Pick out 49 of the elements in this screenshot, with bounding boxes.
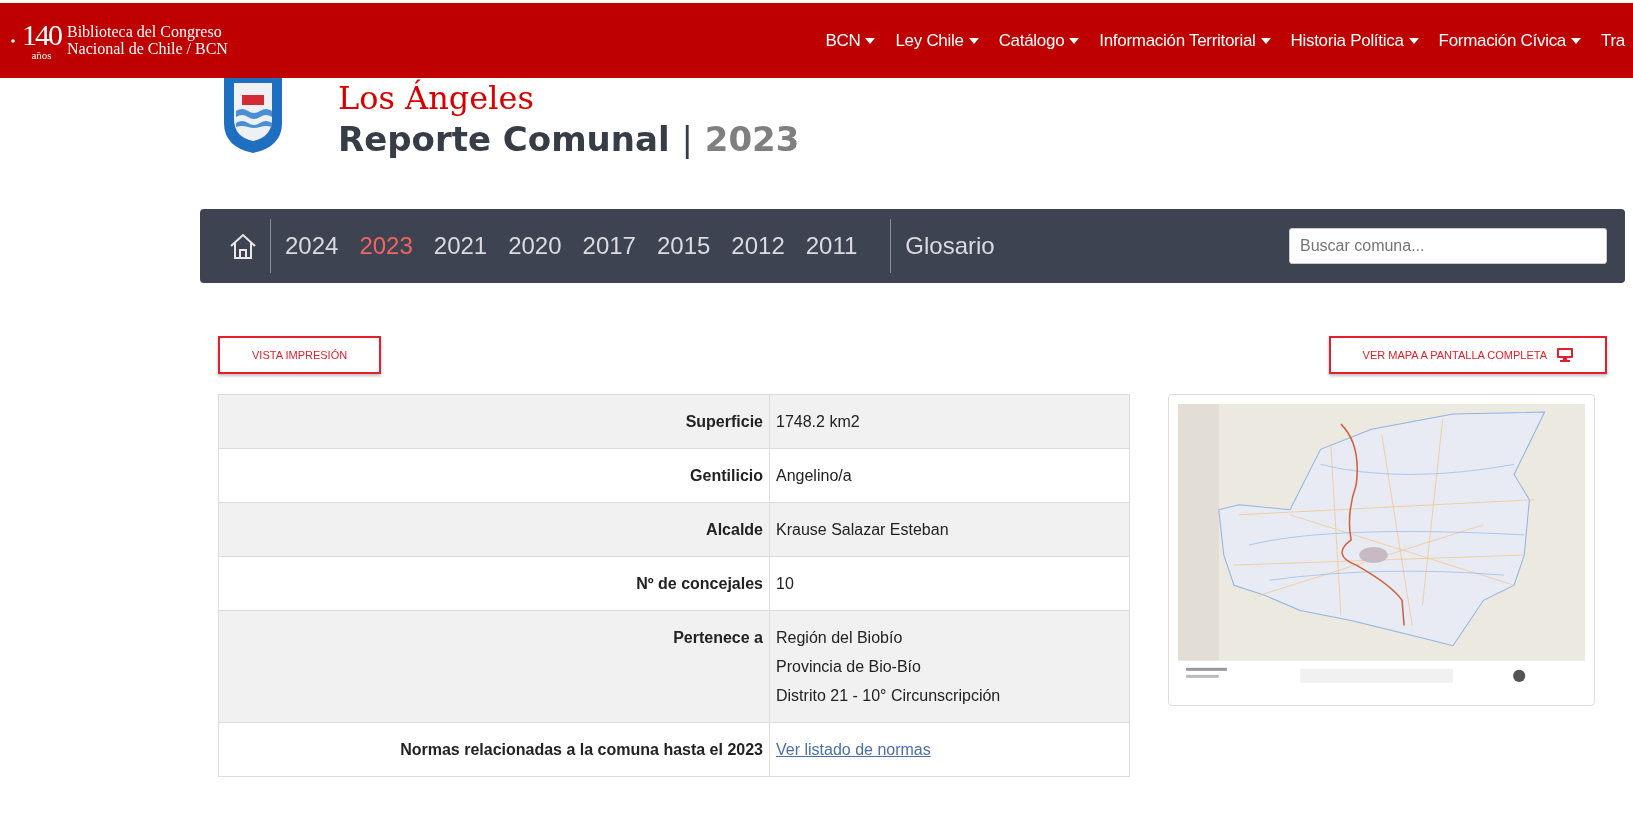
commune-title: Los Ángeles [338,79,535,117]
year-tab[interactable]: 2011 [805,232,858,260]
menu-item[interactable]: Información Territorial [1099,30,1271,51]
year-tab[interactable]: 2020 [508,232,562,260]
full-map-button[interactable]: VER MAPA A PANTALLA COMPLETA [1328,336,1607,374]
caret-icon [1260,37,1271,44]
menu-item[interactable]: Catálogo [998,30,1080,51]
title-separator: | [681,119,693,159]
monitor-icon [1557,348,1573,362]
year-tab[interactable]: 2024 [285,232,339,260]
logo-subtitle: años [31,50,52,61]
menu-item[interactable]: Ley Chile [895,30,979,51]
caret-icon [968,37,979,44]
row-label: Nº de concejales [218,556,770,611]
row-value: 1748.2 km2 [776,412,861,432]
row-value: Krause Salazar Esteban [776,520,950,540]
row-value: 10 [776,574,795,594]
glossary-link[interactable]: Glosario [905,232,995,260]
logo-text: Biblioteca del Congreso [67,23,223,41]
report-year: 2023 [704,119,800,159]
row-value: Distrito 21 - 10° Circunscripción [776,686,1002,706]
coat-of-arms-icon [222,75,284,153]
year-tab[interactable]: 2021 [433,232,488,260]
report-title: Reporte Comunal [338,119,670,159]
row-value: Angelino/a [776,466,853,486]
caret-icon [1069,37,1080,44]
year-tab[interactable]: 2015 [656,232,711,260]
row-label: Alcalde [218,502,770,557]
search-field[interactable]: Buscar comuna... [1289,228,1607,264]
caret-icon [865,37,876,44]
row-label: Normas relacionadas a la comuna hasta el 2023 [218,722,770,777]
row-value: Región del Biobío [776,628,904,648]
norms-link[interactable]: Ver listado de normas [776,741,931,758]
menu-item[interactable]: Formación Cívica [1438,30,1581,51]
logo-number: 140 [22,20,61,50]
row-label: Pertenece a [218,610,770,723]
menu-item[interactable]: BCN [825,30,876,51]
home-icon[interactable] [228,232,258,260]
row-value: Provincia de Bio-Bío [776,657,922,677]
logo-text: Nacional de Chile / BCN [67,40,228,58]
print-view-button[interactable]: VISTA IMPRESIÓN [218,336,382,374]
caret-icon [1408,37,1419,44]
year-tab[interactable]: 2012 [731,232,785,260]
year-tab[interactable]: 2017 [582,232,636,260]
menu-item[interactable]: Historia Política [1290,30,1419,51]
row-label: Superficie [218,394,770,449]
row-label: Gentilicio [218,448,770,503]
caret-icon [1571,37,1581,44]
menu-item[interactable]: Tra [1601,30,1625,51]
